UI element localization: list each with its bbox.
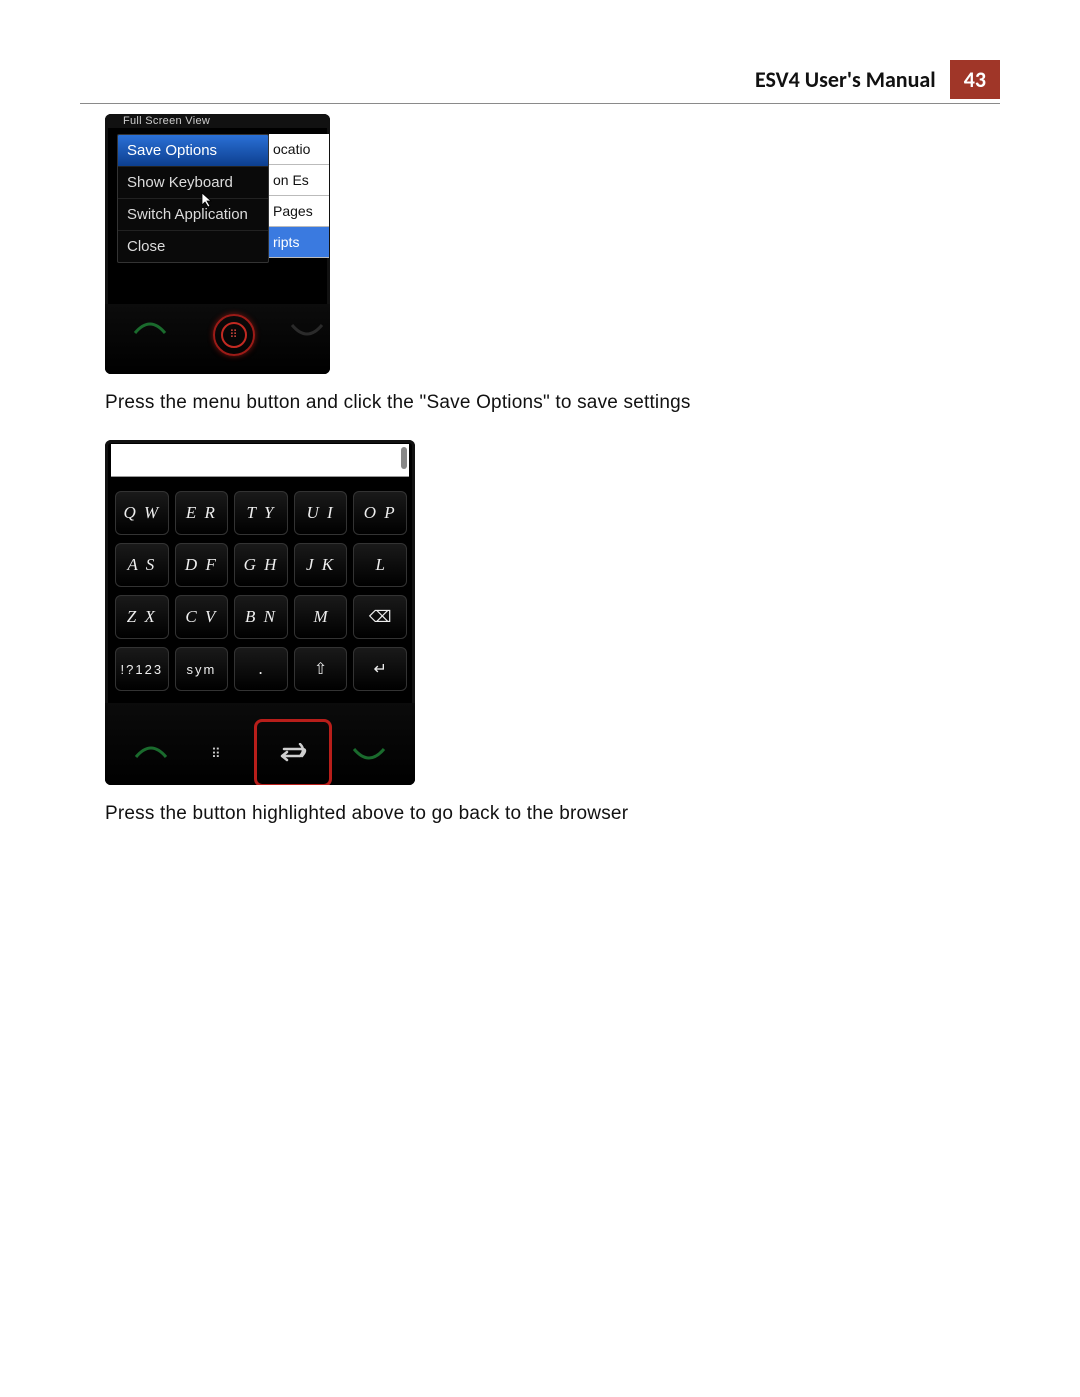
peek-row: ripts: [269, 227, 329, 258]
key-m[interactable]: M: [294, 595, 348, 639]
background-page-peek: ocatio on Es Pages ripts: [269, 134, 329, 258]
figure1-caption: Press the menu button and click the "Sav…: [105, 392, 1000, 414]
status-bar-text: Full Screen View: [105, 114, 330, 128]
end-call-button[interactable]: [341, 730, 397, 776]
backspace-icon: ⌫: [369, 607, 392, 627]
key-qw[interactable]: Q W: [115, 491, 169, 535]
blackberry-menu-icon: ⠿: [211, 747, 222, 760]
menu-item-switch-application[interactable]: Switch Application: [118, 198, 268, 230]
menu-item-close[interactable]: Close: [118, 230, 268, 262]
page-header: ESV4 User's Manual 43: [80, 60, 1000, 104]
key-gh[interactable]: G H: [234, 543, 288, 587]
menu-button[interactable]: ⠿: [188, 730, 244, 776]
key-backspace[interactable]: ⌫: [353, 595, 407, 639]
key-period[interactable]: .: [234, 647, 288, 691]
figure2-caption: Press the button highlighted above to go…: [105, 803, 1000, 825]
figure-save-options-menu: Full Screen View Save Options Show Keybo…: [105, 114, 330, 374]
peek-row: on Es: [269, 165, 329, 196]
browser-top-area: [111, 444, 409, 477]
enter-icon: ↵: [373, 659, 386, 679]
key-bn[interactable]: B N: [234, 595, 288, 639]
key-jk[interactable]: J K: [294, 543, 348, 587]
peek-row: ocatio: [269, 134, 329, 165]
key-ui[interactable]: U I: [294, 491, 348, 535]
key-l[interactable]: L: [353, 543, 407, 587]
cursor-icon: [200, 192, 214, 211]
key-ty[interactable]: T Y: [234, 491, 288, 535]
manual-page: ESV4 User's Manual 43 Full Screen View S…: [0, 0, 1080, 911]
call-button[interactable]: [123, 730, 179, 776]
manual-title: ESV4 User's Manual: [755, 62, 946, 97]
key-as[interactable]: A S: [115, 543, 169, 587]
menu-item-save-options[interactable]: Save Options: [118, 135, 268, 166]
key-df[interactable]: D F: [175, 543, 229, 587]
key-enter[interactable]: ↵: [353, 647, 407, 691]
key-sym[interactable]: sym: [175, 647, 229, 691]
page-number-badge: 43: [950, 60, 1000, 99]
end-button-icon: [290, 319, 324, 344]
figure-keyboard-back-button: Q W E R T Y U I O P A S D F G H J K L Z …: [105, 440, 415, 785]
menu-item-show-keyboard[interactable]: Show Keyboard: [118, 166, 268, 198]
key-op[interactable]: O P: [353, 491, 407, 535]
call-button-icon: [133, 319, 167, 344]
back-arrow-icon: [278, 743, 308, 763]
key-er[interactable]: E R: [175, 491, 229, 535]
hardware-button-bar: ⠿: [105, 703, 415, 785]
menu-button-highlight[interactable]: ⠿: [213, 314, 255, 356]
key-shift[interactable]: ⇧: [294, 647, 348, 691]
blackberry-menu-icon: ⠿: [229, 330, 238, 341]
peek-row: Pages: [269, 196, 329, 227]
key-numbers[interactable]: !?123: [115, 647, 169, 691]
key-zx[interactable]: Z X: [115, 595, 169, 639]
shift-icon: ⇧: [314, 659, 327, 679]
context-menu: Save Options Show Keyboard Switch Applic…: [117, 134, 269, 263]
virtual-keyboard: Q W E R T Y U I O P A S D F G H J K L Z …: [105, 477, 415, 705]
key-cv[interactable]: C V: [175, 595, 229, 639]
scrollbar-thumb[interactable]: [401, 447, 407, 469]
back-button-highlight[interactable]: [254, 719, 332, 785]
